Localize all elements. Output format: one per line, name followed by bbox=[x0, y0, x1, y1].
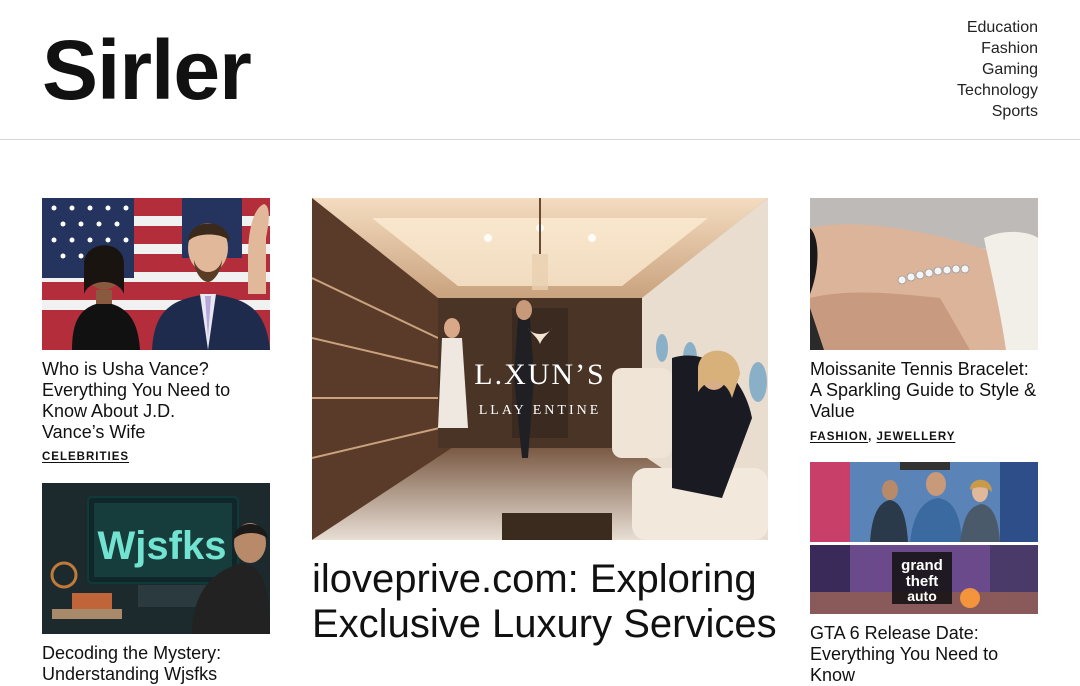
article-title[interactable]: Moissanite Tennis Bracelet: A Sparkling … bbox=[810, 359, 1038, 422]
nav-item-gaming[interactable]: Gaming bbox=[957, 59, 1038, 80]
article-thumbnail[interactable] bbox=[42, 198, 270, 350]
article-category: CELEBRITIES bbox=[42, 451, 129, 463]
nav-item-sports[interactable]: Sports bbox=[957, 101, 1038, 122]
article-title[interactable]: GTA 6 Release Date: Everything You Need … bbox=[810, 623, 1010, 686]
image-overlay-text: auto bbox=[907, 588, 937, 604]
image-overlay-text: grand bbox=[901, 557, 943, 574]
article-thumbnail[interactable] bbox=[810, 198, 1038, 350]
image-overlay-text: L.XUN’S bbox=[474, 358, 606, 391]
article-title[interactable]: Decoding the Mystery: Understanding Wjsf… bbox=[42, 643, 242, 685]
article-title-link[interactable]: Moissanite Tennis Bracelet: A Sparkling … bbox=[810, 359, 1036, 421]
site-logo[interactable]: Sirler bbox=[42, 24, 252, 116]
category-link-jewellery[interactable]: JEWELLERY bbox=[877, 431, 956, 443]
main-nav: Education Fashion Gaming Technology Spor… bbox=[957, 17, 1038, 122]
nav-item-technology[interactable]: Technology bbox=[957, 80, 1038, 101]
featured-thumbnail[interactable]: L.XUN’S LLAY ENTINE bbox=[312, 198, 768, 540]
category-separator: , bbox=[868, 431, 873, 443]
image-overlay-text: Wjsfks bbox=[98, 524, 227, 568]
nav-item-fashion[interactable]: Fashion bbox=[957, 38, 1038, 59]
featured-title-link[interactable]: iloveprive.com: Exploring Exclusive Luxu… bbox=[312, 557, 777, 646]
article-categories: FASHION, JEWELLERY bbox=[810, 431, 955, 443]
featured-title[interactable]: iloveprive.com: Exploring Exclusive Luxu… bbox=[312, 557, 782, 647]
article-thumbnail[interactable]: Wjsfks bbox=[42, 483, 270, 634]
article-title-link[interactable]: Who is Usha Vance? Everything You Need t… bbox=[42, 359, 230, 442]
category-link-fashion[interactable]: FASHION bbox=[810, 431, 868, 443]
article-title[interactable]: Who is Usha Vance? Everything You Need t… bbox=[42, 359, 232, 443]
article-thumbnail[interactable]: grand theft auto bbox=[810, 462, 1038, 614]
article-title-link[interactable]: GTA 6 Release Date: Everything You Need … bbox=[810, 623, 998, 685]
article-title-link[interactable]: Decoding the Mystery: Understanding Wjsf… bbox=[42, 643, 221, 684]
image-overlay-subtext: LLAY ENTINE bbox=[479, 403, 602, 418]
site-header: Sirler Education Fashion Gaming Technolo… bbox=[0, 0, 1080, 140]
category-link-celebrities[interactable]: CELEBRITIES bbox=[42, 451, 129, 463]
nav-item-education[interactable]: Education bbox=[957, 17, 1038, 38]
